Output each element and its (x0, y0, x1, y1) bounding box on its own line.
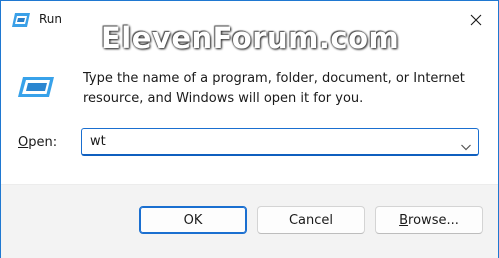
description-line: resource, and Windows will open it for y… (83, 91, 364, 106)
run-app-icon (17, 76, 55, 98)
open-combobox[interactable]: wt (81, 128, 479, 156)
chevron-down-icon[interactable] (460, 137, 472, 151)
watermark: ElevenForum.com (101, 21, 400, 55)
ok-button[interactable]: OK (139, 206, 247, 234)
open-input-value[interactable]: wt (90, 134, 106, 149)
open-label-accel: O (18, 135, 29, 150)
cancel-button[interactable]: Cancel (257, 206, 365, 234)
browse-button[interactable]: Browse... (375, 206, 483, 234)
close-button[interactable] (453, 1, 498, 39)
run-dialog: Run ElevenForum.com Type the name of a p… (0, 0, 499, 258)
description-line: Type the name of a program, folder, docu… (83, 71, 465, 86)
browse-label-rest: rowse... (408, 212, 459, 228)
description-text: Type the name of a program, folder, docu… (83, 69, 483, 109)
open-label-rest: pen: (28, 135, 58, 150)
browse-accel: B (399, 212, 409, 228)
run-app-icon (11, 11, 31, 29)
close-icon (470, 11, 482, 30)
window-title: Run (39, 12, 63, 26)
open-label: Open: (18, 135, 57, 150)
